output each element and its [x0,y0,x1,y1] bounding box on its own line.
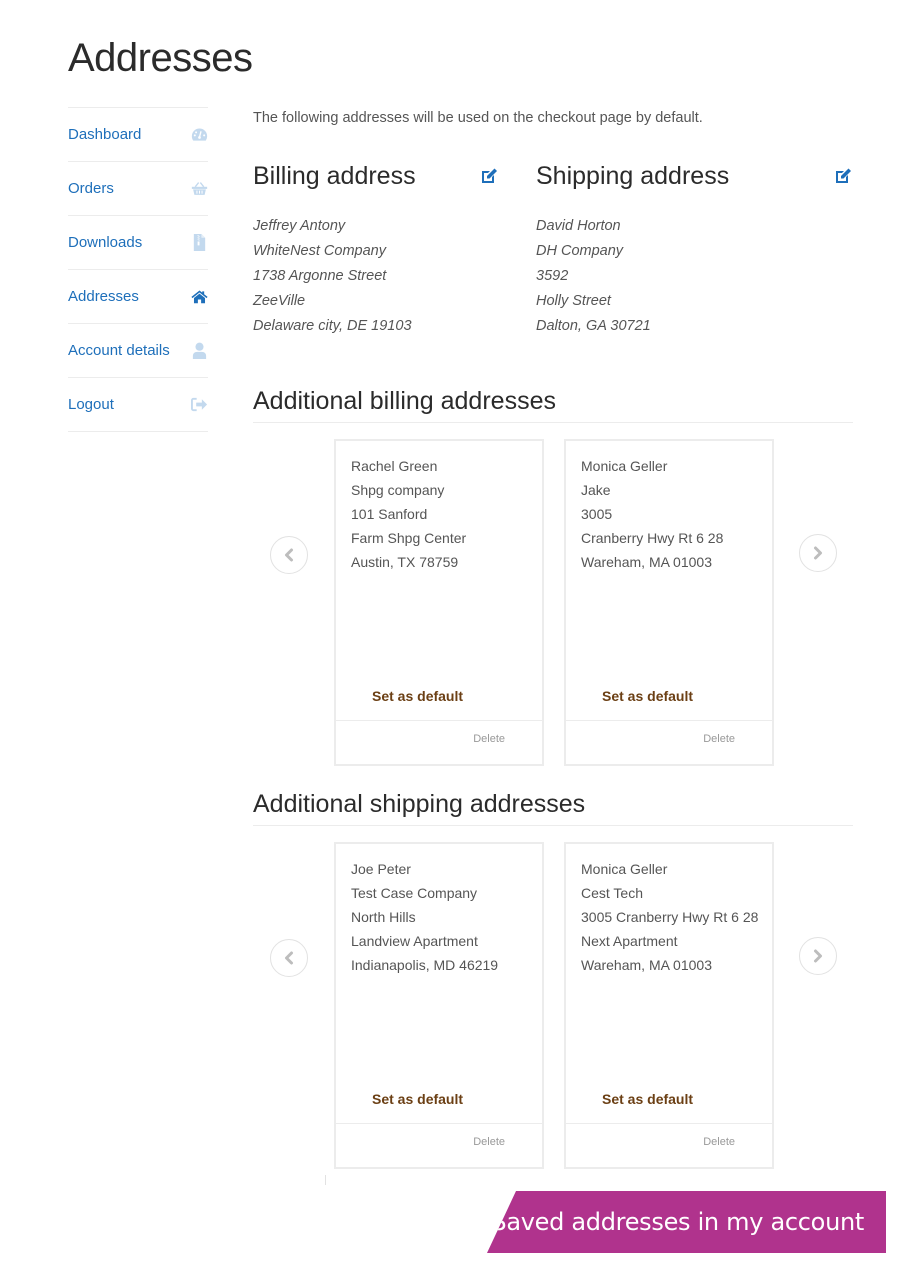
edit-billing-icon[interactable] [480,167,498,185]
sidebar-item-label: Account details [68,342,170,359]
delete-link[interactable]: Delete [473,733,505,745]
card-footer: Delete [566,1123,772,1167]
address-line: 3592 [536,268,569,284]
address-card: Joe Peter Test Case Company North Hills … [334,842,544,1169]
sidebar-item-orders[interactable]: Orders [68,162,208,216]
user-icon [190,342,208,360]
address-line: Delaware city, DE 19103 [253,318,412,334]
address-line: Jake [581,482,611,498]
file-archive-icon [190,234,208,252]
address-line: Test Case Company [351,885,478,901]
billing-address-section: Billing address Jeffrey Antony WhiteNest… [253,160,498,339]
address-card: Rachel Green Shpg company 101 Sanford Fa… [334,439,544,766]
address-line: 101 Sanford [351,506,428,522]
edit-shipping-icon[interactable] [834,167,852,185]
address-line: North Hills [351,909,416,925]
additional-shipping-title: Additional shipping addresses [253,790,853,826]
sidebar-item-label: Orders [68,180,114,197]
carousel-next-button[interactable] [799,534,837,572]
address-line: DH Company [536,243,624,259]
address-line: 1738 Argonne Street [253,268,387,284]
chevron-right-icon [814,546,822,560]
chevron-left-icon [285,548,293,562]
carousel-prev-button[interactable] [270,536,308,574]
set-as-default-link[interactable]: Set as default [602,688,693,704]
address-line: 3005 Cranberry Hwy Rt 6 28 [581,909,759,925]
chevron-right-icon [814,949,822,963]
address-line: Farm Shpg Center [351,530,467,546]
sidebar-item-downloads[interactable]: Downloads [68,216,208,270]
additional-billing-carousel: Rachel Green Shpg company 101 Sanford Fa… [253,439,853,767]
delete-link[interactable]: Delete [473,1136,505,1148]
set-as-default-link[interactable]: Set as default [372,1091,463,1107]
address-line: Cranberry Hwy Rt 6 28 [581,530,724,546]
sidebar-item-dashboard[interactable]: Dashboard [68,108,208,162]
intro-text: The following addresses will be used on … [253,110,703,126]
address-line: WhiteNest Company [253,243,386,259]
address-line: Jeffrey Antony [253,218,346,234]
shipping-address-title: Shipping address [536,161,730,190]
address-line: Joe Peter [351,861,411,877]
page-title: Addresses [68,36,253,80]
address-line: 3005 [581,506,613,522]
sidebar-item-label: Downloads [68,234,143,251]
card-footer: Delete [566,720,772,764]
address-line: Monica Geller [581,458,668,474]
divider-mark [325,1175,326,1185]
account-navigation: Dashboard Orders Downloads Addresses Acc… [68,107,208,432]
caption-banner: Saved addresses in my account [487,1191,886,1253]
address-line: Wareham, MA 01003 [581,957,712,973]
address-line: Cest Tech [581,885,643,901]
set-as-default-link[interactable]: Set as default [602,1091,693,1107]
card-footer: Delete [336,1123,542,1167]
address-line: David Horton [536,218,621,234]
address-card: Monica Geller Jake 3005 Cranberry Hwy Rt… [564,439,774,766]
address-line: Dalton, GA 30721 [536,318,651,334]
address-line: Indianapolis, MD 46219 [351,957,499,973]
address-line: Landview Apartment [351,933,478,949]
billing-address-lines: Jeffrey Antony WhiteNest Company 1738 Ar… [253,214,498,339]
sidebar-item-addresses[interactable]: Addresses [68,270,208,324]
sidebar-item-logout[interactable]: Logout [68,378,208,432]
chevron-left-icon [285,951,293,965]
address-line: Shpg company [351,482,445,498]
shipping-address-section: Shipping address David Horton DH Company… [536,160,852,339]
carousel-prev-button[interactable] [270,939,308,977]
address-card: Monica Geller Cest Tech 3005 Cranberry H… [564,842,774,1169]
billing-address-title: Billing address [253,161,416,190]
sidebar-item-label: Dashboard [68,126,142,143]
caption-banner-text: Saved addresses in my account [491,1208,864,1236]
sidebar-item-account-details[interactable]: Account details [68,324,208,378]
address-line: Holly Street [536,293,611,309]
set-as-default-link[interactable]: Set as default [372,688,463,704]
delete-link[interactable]: Delete [703,1136,735,1148]
basket-icon [190,180,208,198]
shipping-address-lines: David Horton DH Company 3592 Holly Stree… [536,214,852,339]
sign-out-icon [190,396,208,414]
additional-shipping-carousel: Joe Peter Test Case Company North Hills … [253,842,853,1170]
delete-link[interactable]: Delete [703,733,735,745]
address-line: Wareham, MA 01003 [581,554,712,570]
address-line: Austin, TX 78759 [351,554,459,570]
dashboard-icon [190,126,208,144]
sidebar-item-label: Logout [68,396,114,413]
home-icon [190,288,208,306]
address-line: Next Apartment [581,933,678,949]
address-line: ZeeVille [253,293,306,309]
address-line: Monica Geller [581,861,668,877]
address-line: Rachel Green [351,458,438,474]
additional-billing-title: Additional billing addresses [253,387,853,423]
card-footer: Delete [336,720,542,764]
sidebar-item-label: Addresses [68,288,139,305]
carousel-next-button[interactable] [799,937,837,975]
